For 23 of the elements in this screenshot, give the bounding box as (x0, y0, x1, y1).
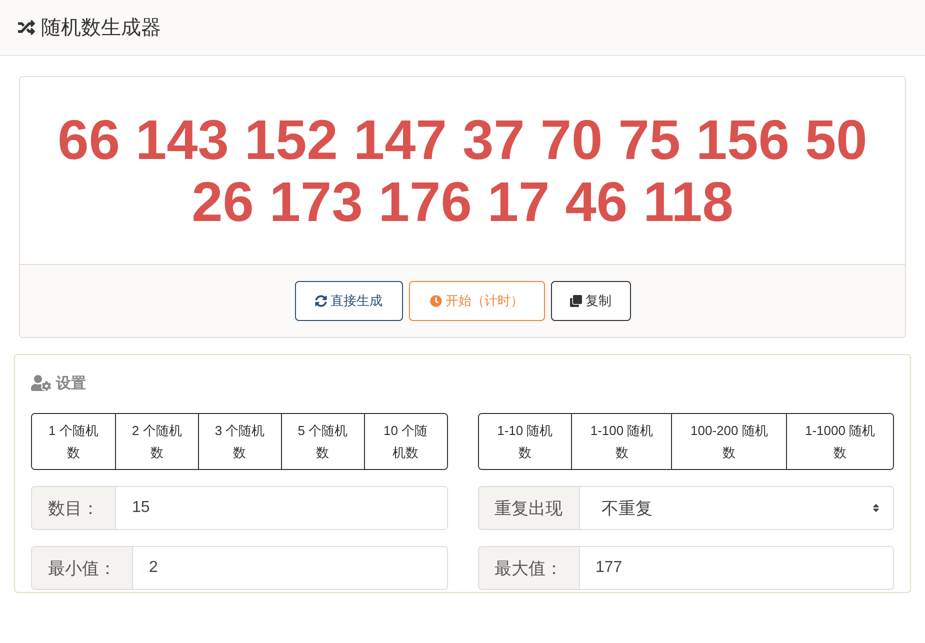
count-preset-button[interactable]: 10 个随机数 (364, 414, 446, 469)
select-field[interactable]: 重复出现 不重复 (478, 486, 894, 530)
clock-icon (430, 295, 442, 307)
random-numbers: 26 173 176 17 46 118 (192, 170, 734, 232)
field-label: 最小值： (32, 547, 133, 589)
app-title: 随机数生成器 (41, 16, 161, 41)
field-label: 重复出现 (478, 487, 580, 529)
field-label: 最大值： (478, 547, 580, 589)
copy-icon (570, 295, 582, 307)
input-field[interactable]: 数目： 15 (31, 486, 448, 530)
shuffle-icon (18, 19, 35, 36)
field-label: 数目： (32, 487, 116, 529)
sort-icon (871, 503, 881, 513)
refresh-icon (314, 295, 326, 307)
generate-button[interactable]: 直接生成 (294, 281, 402, 321)
range-preset-button[interactable]: 1-1000 随机数 (786, 414, 893, 469)
random-numbers: 66 143 152 147 37 70 75 156 50 (58, 108, 868, 170)
select-value: 不重复 (602, 498, 652, 520)
input-field[interactable]: 最小值： 2 (31, 546, 448, 590)
copy-button[interactable]: 复制 (550, 281, 630, 321)
settings-title: 设置 (56, 374, 86, 392)
user-gear-icon (31, 373, 51, 393)
input-field[interactable]: 最大值： 177 (478, 546, 894, 590)
